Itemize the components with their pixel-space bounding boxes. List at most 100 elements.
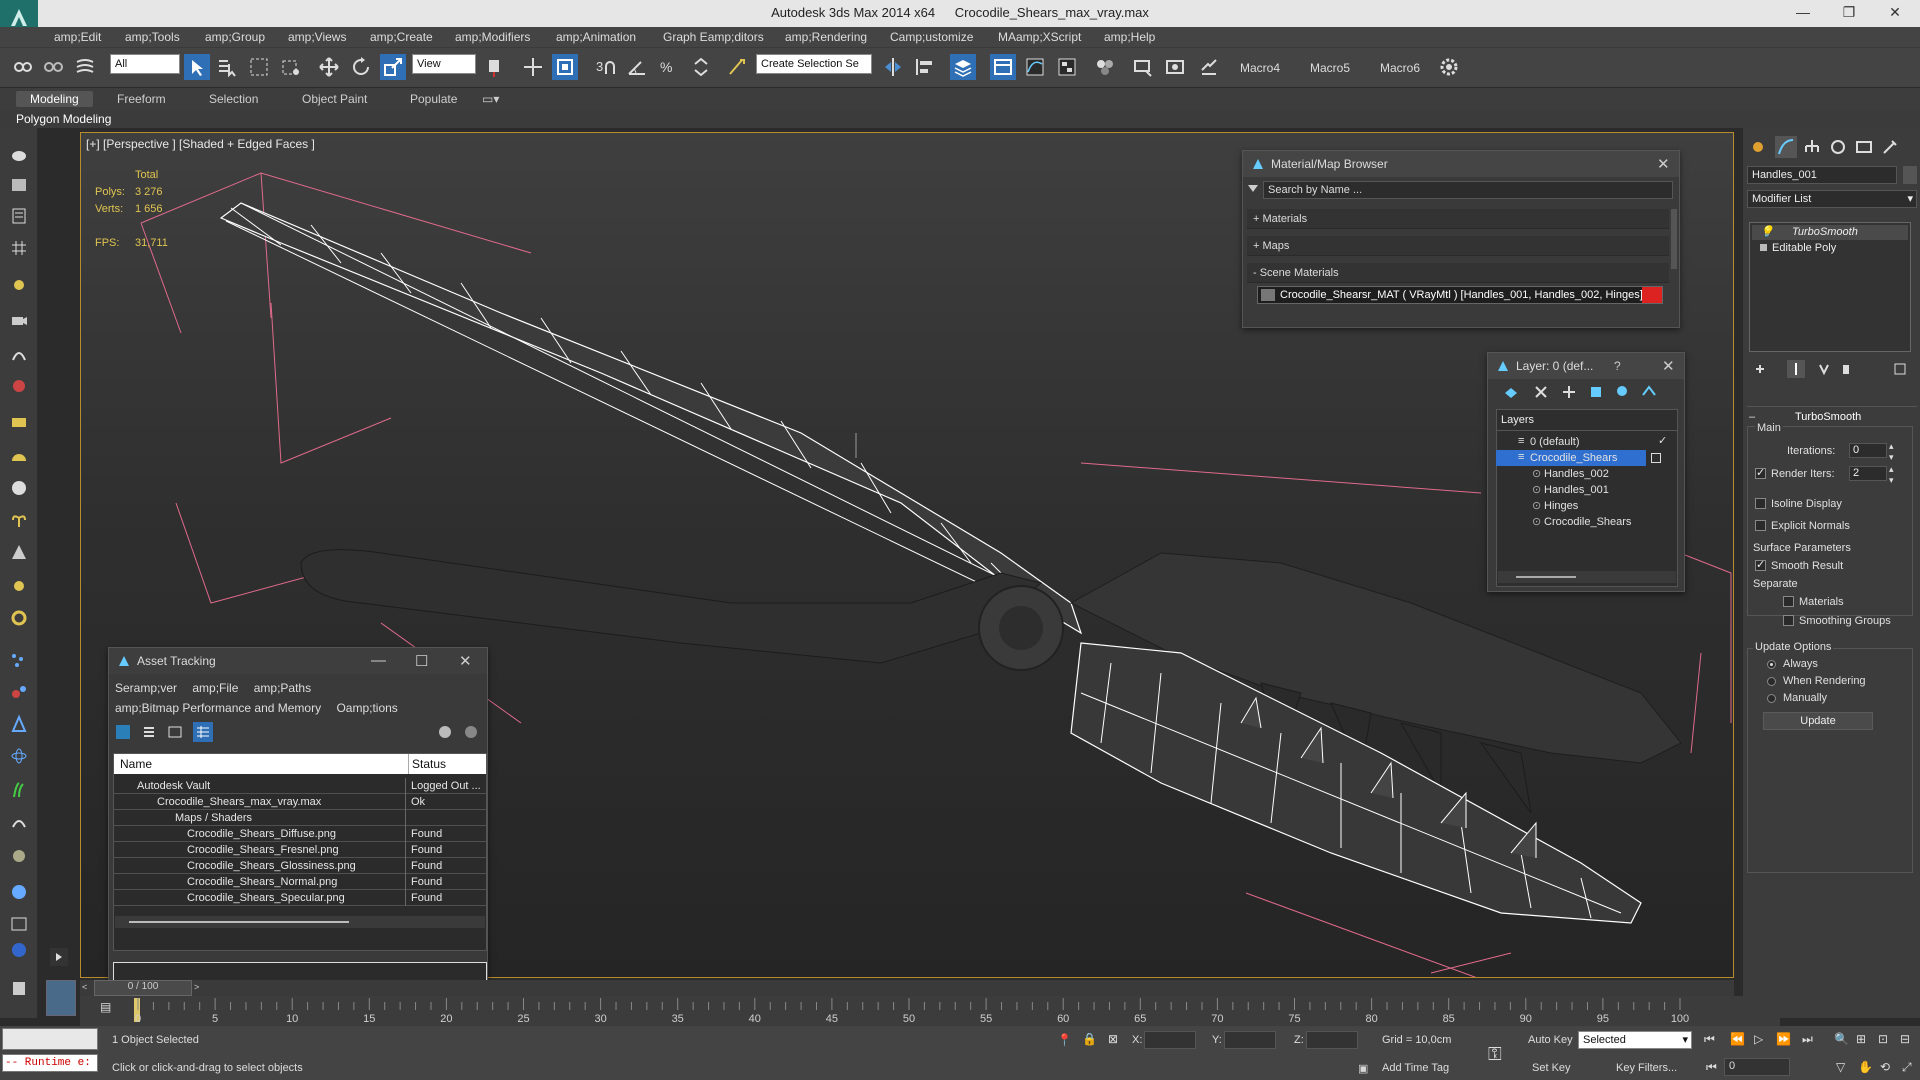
object-color-swatch[interactable] [1903, 166, 1917, 184]
pan-icon[interactable]: ✋ [1858, 1060, 1873, 1074]
plant-icon[interactable] [7, 508, 31, 532]
rendered-frame-window-icon[interactable] [1162, 54, 1188, 80]
key-icon[interactable]: ⚿ [1488, 1044, 1502, 1065]
menu-modifiers[interactable]: amp;Modifiers [455, 30, 530, 44]
schematic-view-icon[interactable] [1054, 54, 1080, 80]
hair-icon[interactable] [7, 778, 31, 802]
select-object-icon[interactable] [184, 54, 210, 80]
render-iters-spinner-arrows-icon[interactable]: ▴ ▾ [1889, 464, 1894, 486]
layer-hide-all-icon[interactable] [1640, 383, 1658, 401]
lock-icon[interactable]: 🔒 [1082, 1032, 1097, 1046]
zoom-extents-all-icon[interactable]: ⊟ [1900, 1032, 1910, 1046]
render-iters-checkbox[interactable] [1755, 466, 1766, 479]
render-iters-spinner[interactable]: 2 [1849, 466, 1887, 481]
update-always-radio[interactable] [1767, 660, 1776, 669]
asset-menu-bitmap[interactable]: amp;Bitmap Performance and Memory [115, 701, 321, 715]
layer-object-handles-002[interactable]: ⊙ Handles_002 [1496, 466, 1671, 482]
table-row[interactable]: Autodesk Vault Logged Out ... [113, 778, 487, 794]
named-selection-dropdown[interactable]: Create Selection Se [756, 54, 872, 74]
table-row[interactable]: Maps / Shaders [113, 810, 487, 826]
select-by-name-icon[interactable] [214, 54, 240, 80]
zoom-extents-icon[interactable]: ⊡ [1878, 1032, 1888, 1046]
unlink-icon[interactable] [40, 54, 66, 80]
pivot-icon[interactable] [482, 54, 508, 80]
bind-spacewarp-icon[interactable] [72, 54, 98, 80]
menu-tools[interactable]: amp;Tools [125, 30, 180, 44]
scale-icon[interactable] [380, 54, 406, 80]
selection-filter-dropdown[interactable]: All [110, 54, 180, 74]
material-editor-icon[interactable] [1092, 54, 1118, 80]
camera-icon[interactable] [7, 308, 31, 332]
viewport-label[interactable]: [+] [Perspective ] [Shaded + Edged Faces… [86, 137, 315, 151]
explicit-normals-checkbox[interactable] [1755, 520, 1766, 531]
tab-selection[interactable]: Selection [195, 91, 272, 107]
lightbulb-icon[interactable]: 💡 [1760, 225, 1774, 238]
y-coordinate-field[interactable] [1224, 1031, 1276, 1049]
percent-snap-icon[interactable]: % [656, 54, 682, 80]
materials-section[interactable]: + Materials [1247, 209, 1669, 229]
play-icon[interactable]: ▷ [1754, 1032, 1763, 1046]
remove-modifier-icon[interactable] [1839, 362, 1853, 376]
maximize-icon[interactable]: ☐ [415, 652, 428, 670]
render-frame-icon[interactable] [7, 912, 31, 936]
auto-key-button[interactable]: Auto Key [1528, 1034, 1573, 1046]
utilities-tab-icon[interactable] [1881, 138, 1899, 156]
isoline-display-checkbox[interactable] [1755, 498, 1766, 509]
make-unique-icon[interactable] [1817, 362, 1831, 376]
maps-section[interactable]: + Maps [1247, 236, 1669, 256]
layer-scrollbar[interactable] [1498, 571, 1676, 583]
tab-freeform[interactable]: Freeform [103, 91, 180, 107]
time-prev-icon[interactable]: < [82, 982, 92, 994]
separate-smoothing-groups-checkbox[interactable] [1783, 615, 1794, 626]
zoom-all-icon[interactable]: ⊞ [1856, 1032, 1866, 1046]
asset-menu-options[interactable]: Oamp;tions [336, 701, 397, 715]
asset-scrollbar[interactable] [115, 916, 485, 928]
asset-menu-server[interactable]: Seramp;ver [115, 681, 177, 695]
update-when-rendering-radio[interactable] [1767, 677, 1776, 686]
particles-icon[interactable] [7, 648, 31, 672]
macro4-button[interactable]: Macro4 [1240, 61, 1280, 75]
list-icon[interactable] [7, 976, 31, 1000]
iterations-spinner[interactable]: 0 [1849, 443, 1887, 458]
time-next-icon[interactable]: > [194, 982, 204, 994]
menu-graph-editors[interactable]: Graph Eamp;ditors [663, 30, 764, 44]
mini-curve-editor-icon[interactable] [46, 980, 76, 1016]
goto-end-icon[interactable]: ⏭ [1802, 1032, 1813, 1047]
grid-icon[interactable] [7, 236, 31, 260]
zoom-icon[interactable]: 🔍 [1834, 1032, 1849, 1046]
maxscript-mini-listener[interactable]: -- Runtime e: [2, 1054, 98, 1072]
box-icon[interactable] [7, 172, 31, 196]
layer-help-button[interactable]: ? [1614, 359, 1621, 373]
menu-rendering[interactable]: amp;Rendering [785, 30, 867, 44]
layer-create-icon[interactable] [1502, 383, 1520, 401]
table-row[interactable]: Crocodile_Shears_Glossiness.png Found [113, 858, 487, 874]
layer-current-box-icon[interactable] [1651, 453, 1661, 463]
polygon-modeling-bar[interactable]: Polygon Modeling [0, 110, 1920, 128]
sphere-icon[interactable] [7, 476, 31, 500]
keyboard-shortcut-icon[interactable] [552, 54, 578, 80]
cone-icon[interactable] [7, 540, 31, 564]
detail-view-icon[interactable] [167, 724, 183, 740]
atom-icon[interactable] [7, 744, 31, 768]
turbosmooth-rollout-title[interactable]: TurboSmooth [1795, 411, 1861, 423]
spinner-snap-icon[interactable] [688, 54, 714, 80]
table-view-icon[interactable] [193, 722, 213, 742]
goto-start-icon[interactable]: ⏮ [1704, 1032, 1715, 1047]
update-manually-radio[interactable] [1767, 694, 1776, 703]
frame-counter[interactable]: 0 / 100 [94, 980, 192, 996]
hierarchy-tab-icon[interactable] [1803, 138, 1821, 156]
menu-animation[interactable]: amp;Animation [556, 30, 636, 44]
menu-edit[interactable]: amp;Edit [54, 30, 101, 44]
stack-expand-icon[interactable] [1760, 244, 1767, 251]
table-row[interactable]: Crocodile_Shears_Fresnel.png Found [113, 842, 487, 858]
configure-sets-icon[interactable] [1893, 362, 1907, 376]
layer-row-crocodile-shears[interactable]: ≡ Crocodile_Shears [1496, 450, 1646, 466]
layer-object-hinges[interactable]: ⊙ Hinges [1496, 498, 1671, 514]
layer-object-handles-001[interactable]: ⊙ Handles_001 [1496, 482, 1671, 498]
layer-highlight-icon[interactable] [1614, 383, 1632, 401]
light-icon[interactable] [7, 274, 31, 298]
scene-materials-section[interactable]: - Scene Materials [1247, 263, 1669, 283]
menu-group[interactable]: amp;Group [205, 30, 265, 44]
next-frame-icon[interactable]: ⏩ [1776, 1032, 1791, 1046]
key-mode-dropdown[interactable]: Selected ▾ [1578, 1031, 1692, 1049]
